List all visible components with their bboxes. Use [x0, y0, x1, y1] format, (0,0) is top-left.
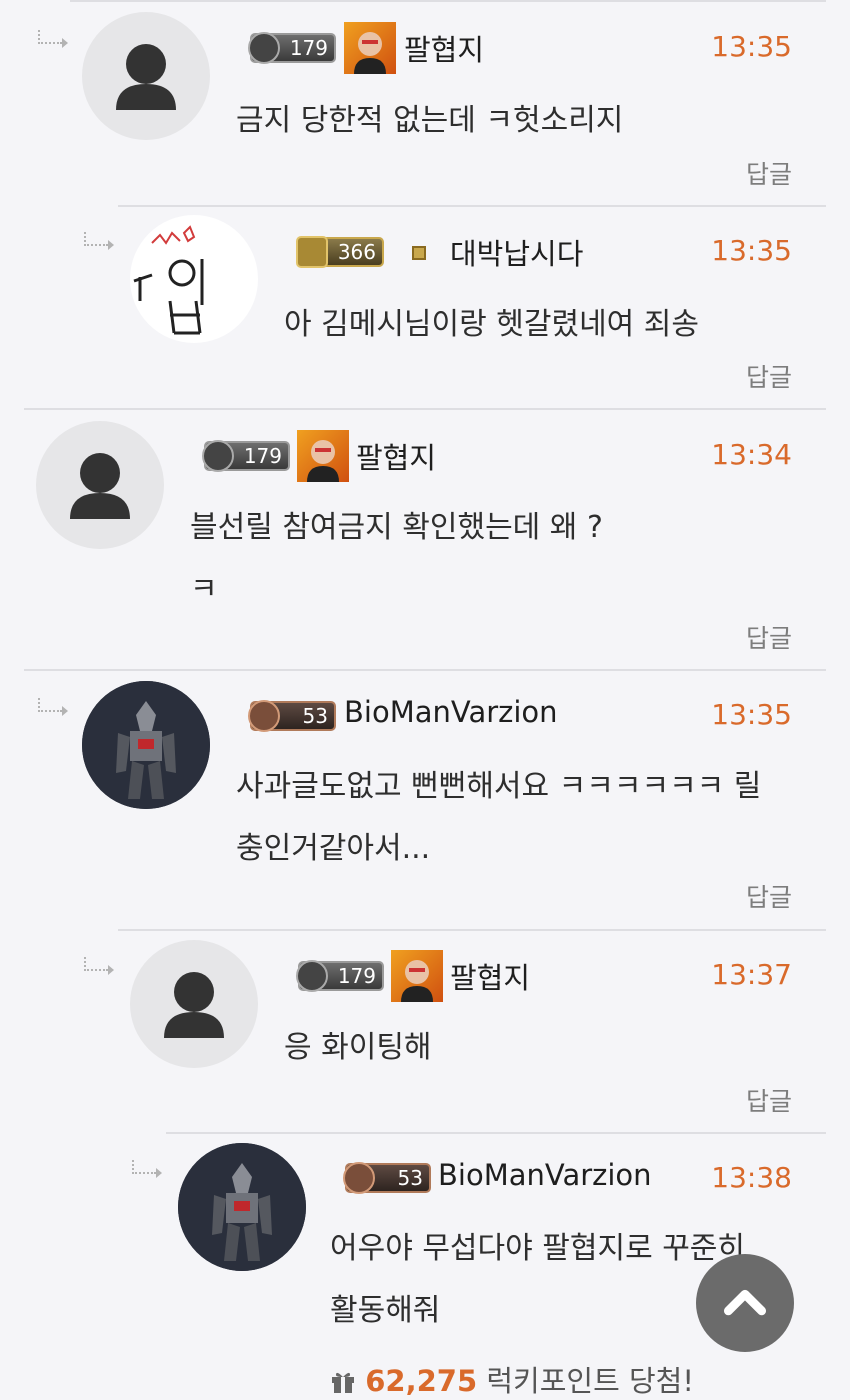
level-emblem-icon — [296, 236, 328, 268]
comment-text: 응 화이팅해 — [284, 1030, 432, 1065]
avatar[interactable] — [178, 1143, 306, 1271]
lucky-point-label: 럭키포인트 당첨! — [486, 1364, 694, 1398]
nickname[interactable]: 대박납시다 — [450, 231, 583, 273]
level-emblem-icon — [296, 960, 328, 992]
comment-text: 아 김메시님이랑 헷갈렸네여 죄송 — [284, 307, 700, 342]
level-emblem-icon — [248, 32, 280, 64]
comment-time: 13:34 — [711, 438, 792, 471]
reply-button[interactable]: 답글 — [746, 358, 792, 394]
level-badge: 53 — [248, 700, 336, 732]
divider — [24, 408, 826, 410]
nickname[interactable]: 팔협지 — [450, 955, 530, 997]
comment-text: 블선릴 참여금지 확인했는데 왜 ? ㅋ — [190, 510, 603, 607]
nickname[interactable]: 팔협지 — [356, 435, 436, 477]
reply-button[interactable]: 답글 — [746, 155, 792, 191]
level-badge: 53 — [343, 1162, 431, 1194]
level-emblem-icon — [343, 1162, 375, 1194]
reply-arrow-icon — [84, 957, 114, 975]
avatar[interactable] — [130, 215, 258, 343]
reply-arrow-icon — [132, 1160, 162, 1178]
nickname[interactable]: BioManVarzion — [344, 695, 558, 729]
nickname[interactable]: 팔협지 — [404, 27, 484, 69]
scroll-to-top-button[interactable] — [696, 1254, 794, 1352]
comment-time: 13:38 — [711, 1161, 792, 1194]
gift-icon — [332, 1372, 354, 1393]
level-badge: 366 — [296, 236, 384, 268]
divider — [70, 0, 826, 2]
avatar[interactable] — [36, 421, 164, 549]
comment-time: 13:37 — [711, 958, 792, 991]
comment-time: 13:35 — [711, 30, 792, 63]
divider — [118, 929, 826, 931]
lucky-point-notice: 62,275 럭키포인트 당첨! — [330, 1358, 694, 1400]
level-badge: 179 — [296, 960, 384, 992]
reply-button[interactable]: 답글 — [746, 878, 792, 914]
divider — [24, 669, 826, 671]
reply-arrow-icon — [38, 30, 68, 48]
avatar[interactable] — [82, 681, 210, 809]
comment-time: 13:35 — [711, 234, 792, 267]
comment-time: 13:35 — [711, 698, 792, 731]
level-emblem-icon — [248, 700, 280, 732]
profile-icon — [391, 950, 443, 1002]
reply-arrow-icon — [38, 698, 68, 716]
avatar[interactable] — [82, 12, 210, 140]
level-emblem-icon — [202, 440, 234, 472]
member-icon — [412, 246, 426, 260]
reply-button[interactable]: 답글 — [746, 619, 792, 655]
reply-button[interactable]: 답글 — [746, 1082, 792, 1118]
profile-icon — [297, 430, 349, 482]
reply-arrow-icon — [84, 232, 114, 250]
divider — [166, 1132, 826, 1134]
level-badge: 179 — [248, 32, 336, 64]
nickname[interactable]: BioManVarzion — [438, 1158, 652, 1192]
profile-icon — [344, 22, 396, 74]
comment-text: 어우야 무섭다야 팔협지로 꾸준히 활동해줘 — [330, 1231, 746, 1328]
divider — [118, 205, 826, 207]
chevron-up-icon — [723, 1289, 767, 1316]
comment-text: 금지 당한적 없는데 ㅋ헛소리지 — [236, 103, 624, 138]
avatar[interactable] — [130, 940, 258, 1068]
level-badge: 179 — [202, 440, 290, 472]
lucky-point-value: 62,275 — [365, 1364, 478, 1398]
comment-text: 사과글도없고 뻔뻔해서요 ㅋㅋㅋㅋㅋㅋ 릴 충인거같아서... — [236, 769, 762, 866]
